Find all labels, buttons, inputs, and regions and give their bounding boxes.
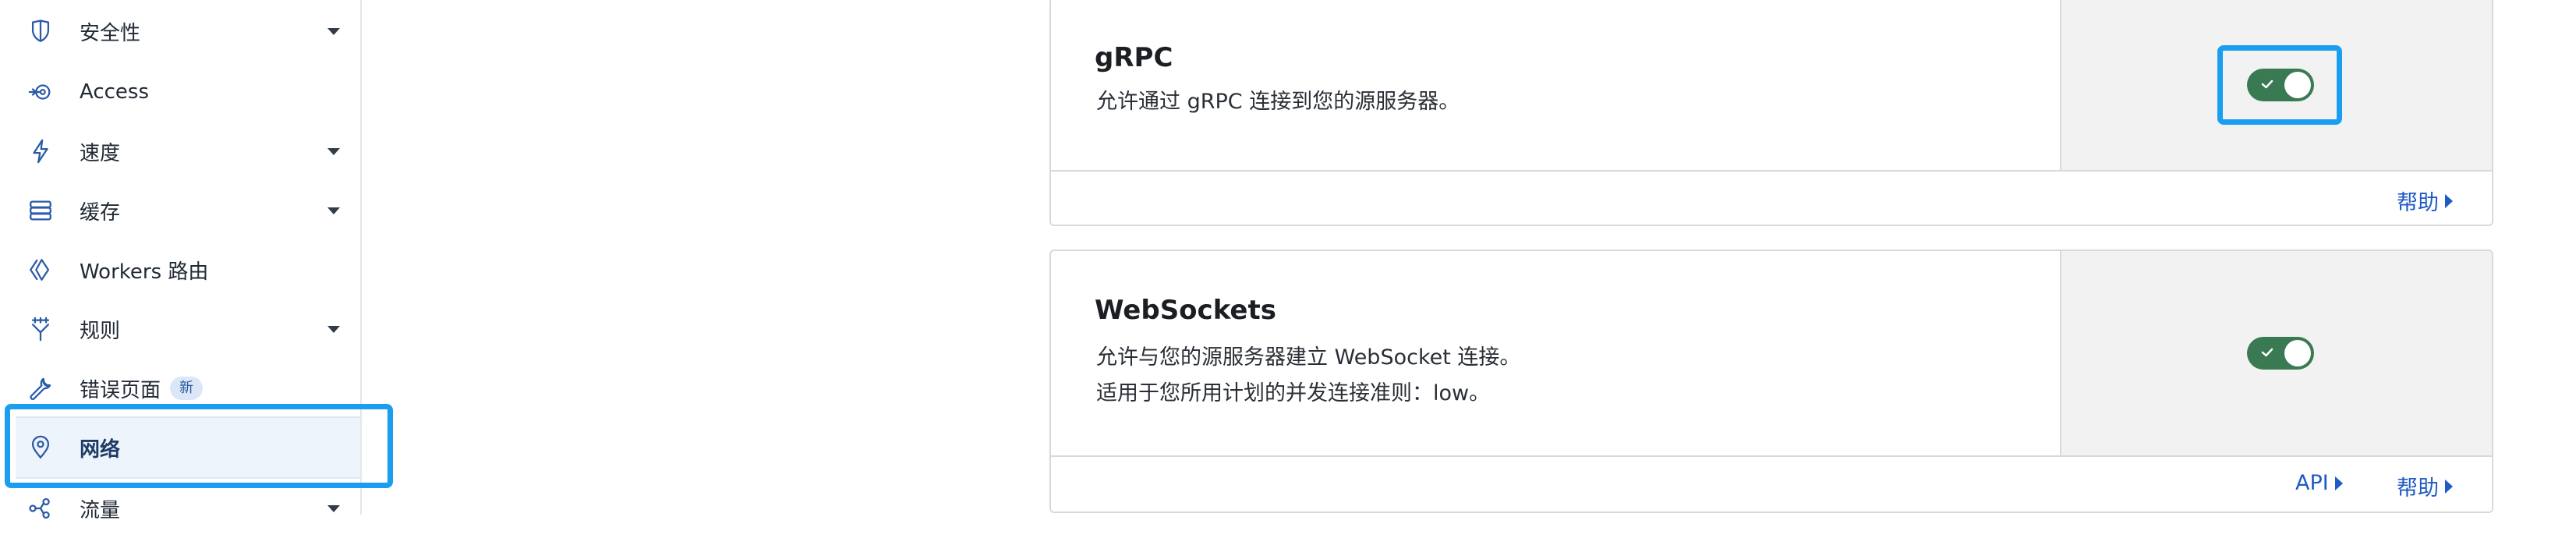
- card-setting-panel: [2060, 0, 2492, 170]
- api-link-label: API: [2295, 471, 2329, 495]
- card-description: 适用于您所用计划的并发连接准则：low。: [1096, 381, 1491, 405]
- lightning-icon: [27, 137, 55, 165]
- sidebar-item-label: Workers 路由: [80, 260, 209, 284]
- chevron-down-icon: [327, 504, 340, 512]
- chevron-down-icon: [327, 325, 340, 333]
- websockets-card: WebSockets 允许与您的源服务器建立 WebSocket 连接。 适用于…: [1049, 250, 2493, 513]
- websockets-toggle[interactable]: [2247, 337, 2314, 370]
- card-title: gRPC: [1095, 42, 1173, 73]
- wrench-icon: [27, 374, 55, 402]
- focus-highlight-outline: [2217, 45, 2342, 125]
- caret-right-icon: [2445, 479, 2453, 494]
- chevron-down-icon: [327, 147, 340, 155]
- card-footer: API 帮助: [1051, 455, 2492, 510]
- sidebar-item-label: 规则: [80, 319, 121, 343]
- shield-icon: [27, 17, 55, 45]
- sidebar-item-label: 流量: [80, 498, 121, 522]
- focus-highlight-outline: [5, 404, 393, 488]
- help-link[interactable]: 帮助: [2397, 186, 2453, 216]
- sidebar-item-label: Access: [80, 80, 150, 104]
- sidebar: 安全性 Access 速度 缓存 Workers 路由 规则 错误页面 新 网络…: [0, 0, 393, 522]
- traffic-icon: [27, 494, 55, 522]
- sidebar-item-speed[interactable]: 速度: [0, 122, 360, 181]
- card-footer: 帮助: [1051, 170, 2492, 225]
- grpc-card: gRPC 允许通过 gRPC 连接到您的源服务器。 帮助: [1049, 0, 2493, 226]
- sidebar-item-label: 缓存: [80, 200, 121, 225]
- sidebar-item-label: 速度: [80, 141, 121, 165]
- workers-icon: [27, 256, 55, 284]
- sidebar-item-traffic[interactable]: 流量: [0, 479, 360, 538]
- sidebar-item-workers-routes[interactable]: Workers 路由: [0, 240, 360, 299]
- card-title: WebSockets: [1095, 295, 1276, 326]
- card-setting-panel: [2060, 251, 2492, 455]
- chevron-down-icon: [327, 207, 340, 214]
- access-icon: [27, 78, 55, 106]
- sidebar-item-cache[interactable]: 缓存: [0, 181, 360, 240]
- checkmark-icon: [2261, 348, 2273, 357]
- chevron-down-icon: [327, 27, 340, 35]
- card-description: 允许通过 gRPC 连接到您的源服务器。: [1096, 90, 1460, 114]
- funnel-icon: [27, 315, 55, 343]
- sidebar-item-label: 安全性: [80, 21, 141, 45]
- sidebar-item-rules[interactable]: 规则: [0, 299, 360, 359]
- sidebar-item-access[interactable]: Access: [0, 62, 360, 122]
- help-link-label: 帮助: [2397, 476, 2439, 501]
- new-badge: 新: [170, 377, 203, 400]
- card-description: 允许与您的源服务器建立 WebSocket 连接。: [1096, 345, 1521, 370]
- api-link[interactable]: API: [2295, 471, 2343, 495]
- caret-right-icon: [2334, 476, 2343, 490]
- toggle-knob: [2284, 340, 2311, 366]
- help-link[interactable]: 帮助: [2397, 471, 2453, 501]
- help-link-label: 帮助: [2397, 191, 2439, 215]
- sidebar-item-security[interactable]: 安全性: [0, 2, 360, 61]
- stack-icon: [27, 196, 55, 225]
- sidebar-item-label: 错误页面: [80, 378, 161, 402]
- caret-right-icon: [2445, 193, 2453, 208]
